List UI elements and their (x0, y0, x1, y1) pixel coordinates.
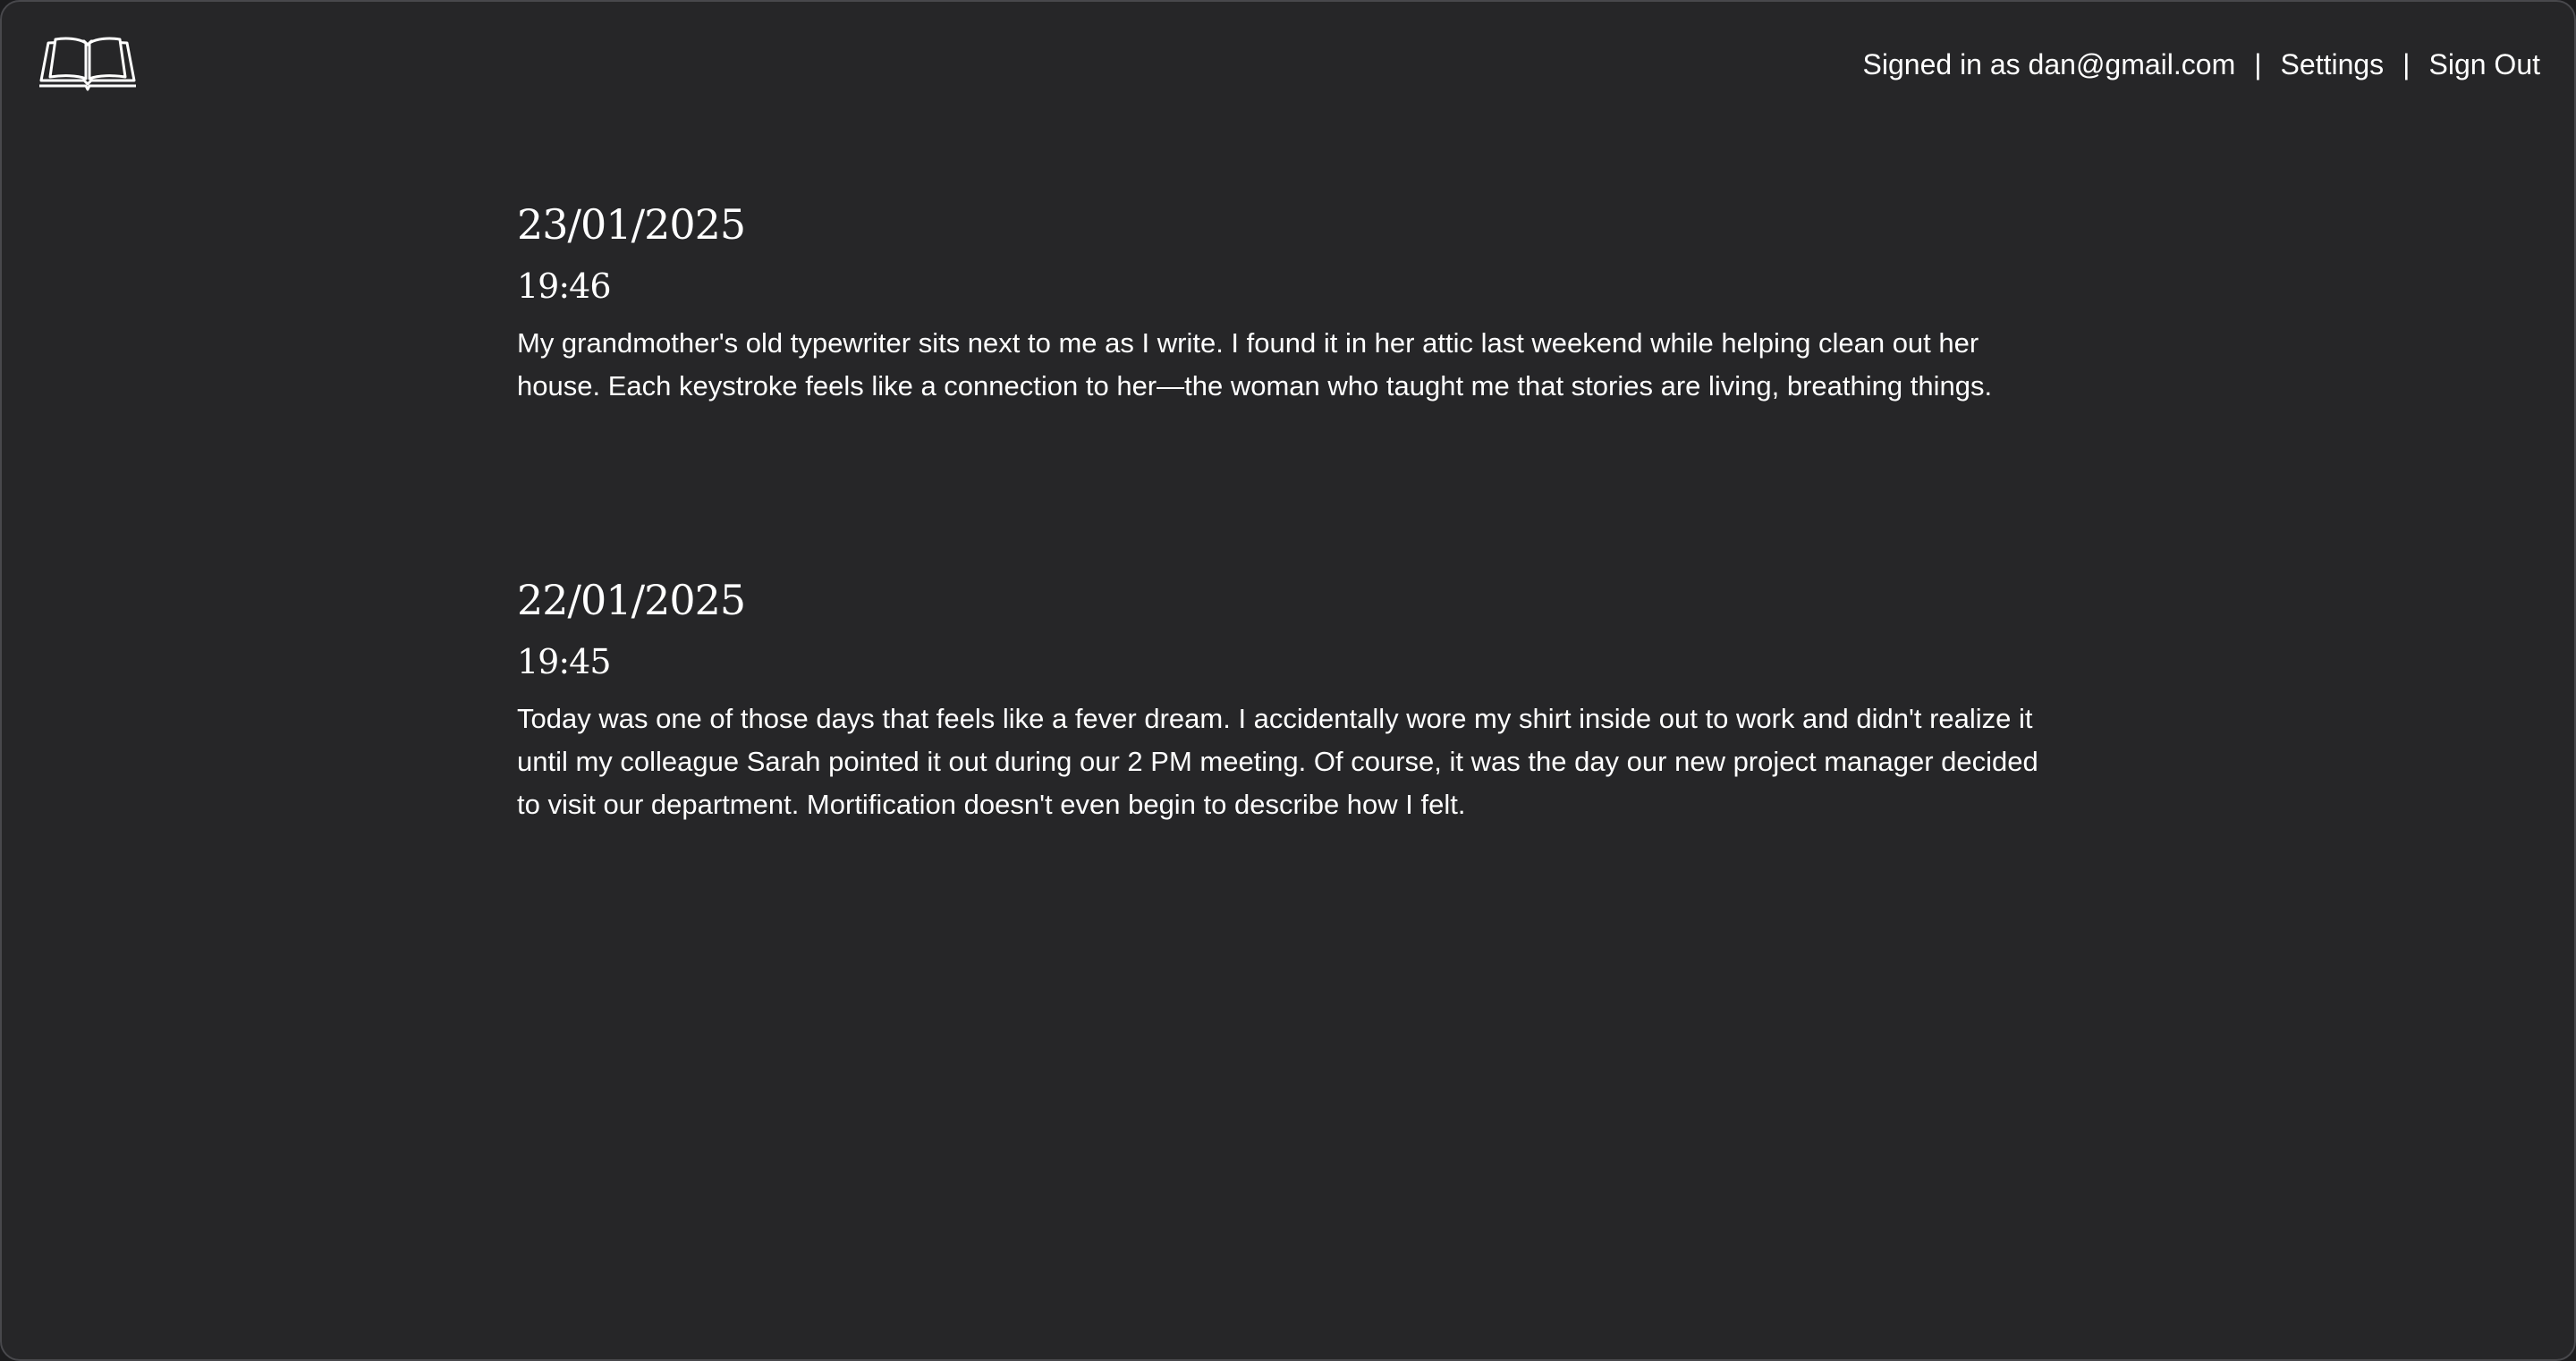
signed-in-label: Signed in as dan@gmail.com (1862, 48, 2236, 80)
journal-entry-list: 23/01/2025 19:46 My grandmother's old ty… (517, 197, 2055, 991)
nav-separator: | (2254, 48, 2262, 80)
sign-out-link[interactable]: Sign Out (2428, 45, 2540, 84)
entry-time: 19:45 (517, 642, 612, 681)
entry-time: 19:46 (517, 266, 612, 306)
top-navigation: Signed in as dan@gmail.com | Settings | … (1863, 45, 2540, 84)
journal-entry[interactable]: 23/01/2025 19:46 My grandmother's old ty… (517, 197, 2055, 408)
nav-separator: | (2402, 48, 2411, 80)
open-book-icon[interactable] (38, 36, 138, 91)
entry-body: My grandmother's old typewriter sits nex… (517, 327, 1993, 402)
settings-link[interactable]: Settings (2281, 45, 2385, 84)
entry-body: Today was one of those days that feels l… (517, 703, 2038, 820)
journal-entry[interactable]: 22/01/2025 19:45 Today was one of those … (517, 572, 2055, 826)
entry-date: 23/01/2025 (517, 200, 746, 249)
app-window: Signed in as dan@gmail.com | Settings | … (0, 0, 2576, 1361)
entry-date: 22/01/2025 (517, 576, 746, 624)
